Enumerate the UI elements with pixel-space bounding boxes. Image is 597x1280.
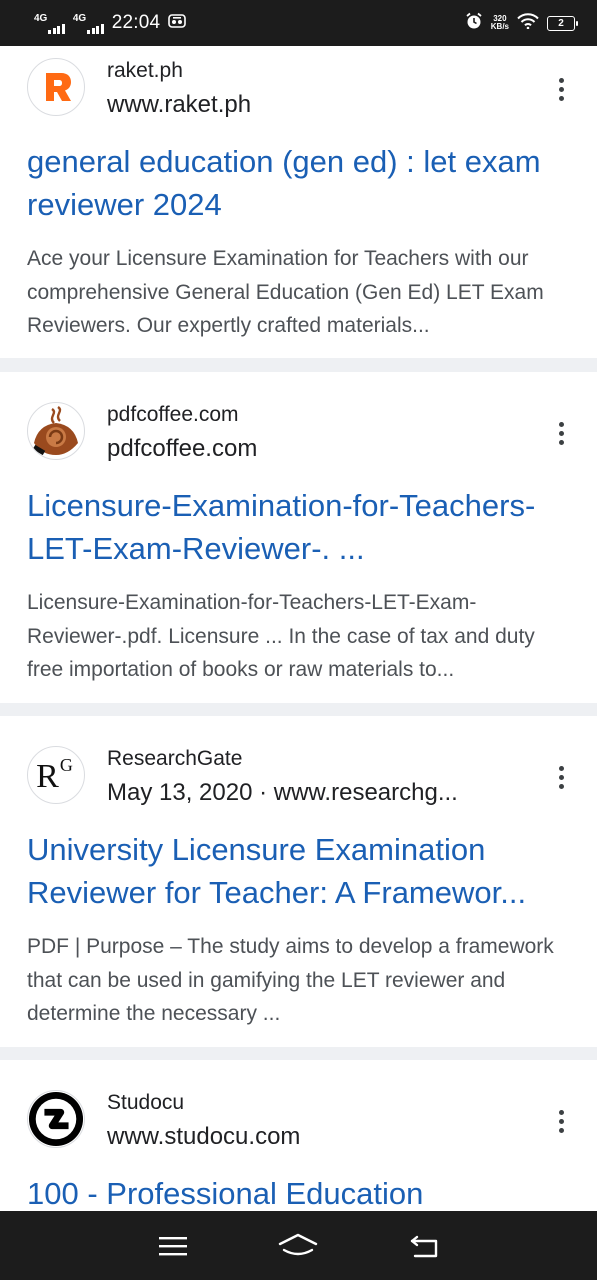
signal-icon: 4G — [73, 12, 104, 34]
researchgate-logo-sup: G — [59, 754, 73, 775]
search-results: raket.ph www.raket.ph general education … — [0, 46, 597, 1211]
researchgate-favicon-icon[interactable]: R G — [27, 746, 85, 804]
site-name: pdfcoffee.com — [107, 403, 239, 426]
network-speed: 320 KB/s — [491, 15, 509, 31]
result-card[interactable]: R G ResearchGate May 13, 2020 · www.rese… — [0, 716, 597, 1047]
result-title-link[interactable]: University Licensure Examination Reviewe… — [27, 828, 572, 914]
navigation-bar — [0, 1211, 597, 1280]
result-title-link[interactable]: 100 - Professional Education — [27, 1172, 572, 1211]
wifi-icon — [517, 12, 539, 34]
site-url[interactable]: www.raket.ph — [107, 91, 507, 119]
site-name: Studocu — [107, 1091, 185, 1114]
status-time: 22:04 — [111, 12, 161, 33]
site-url[interactable]: www.studocu.com — [107, 1123, 507, 1151]
result-snippet: PDF | Purpose – The study aims to develo… — [27, 935, 554, 1025]
more-options-icon[interactable] — [551, 762, 571, 792]
result-card[interactable]: pdfcoffee.com pdfcoffee.com Licensure-Ex… — [0, 372, 597, 703]
researchgate-logo-letter: R — [36, 758, 59, 795]
network-type-label: 4G — [72, 13, 87, 24]
more-options-icon[interactable] — [551, 1106, 571, 1136]
result-card[interactable]: Studocu www.studocu.com 100 - Profession… — [0, 1060, 597, 1211]
pdfcoffee-favicon-icon[interactable] — [27, 402, 85, 460]
more-options-icon[interactable] — [551, 418, 571, 448]
back-icon[interactable] — [404, 1226, 444, 1266]
more-options-icon[interactable] — [551, 74, 571, 104]
site-name: raket.ph — [107, 59, 183, 82]
studocu-favicon-icon[interactable] — [27, 1090, 85, 1148]
menu-icon[interactable] — [153, 1226, 193, 1266]
result-snippet: Ace your Licensure Examination for Teach… — [27, 247, 544, 337]
network-type-label: 4G — [34, 13, 48, 24]
status-left: 4G 4G 22:04 — [34, 12, 187, 34]
battery-icon: 2 — [547, 15, 578, 31]
result-card[interactable]: raket.ph www.raket.ph general education … — [0, 46, 597, 358]
raket-favicon-icon[interactable] — [27, 58, 85, 116]
site-url[interactable]: May 13, 2020 · www.researchg... — [107, 779, 507, 807]
notification-icon — [168, 13, 187, 33]
signal-icon: 4G — [34, 12, 65, 34]
alarm-icon — [465, 12, 483, 35]
battery-level: 2 — [558, 17, 564, 29]
home-icon[interactable] — [278, 1226, 318, 1266]
status-right: 320 KB/s 2 — [465, 12, 578, 35]
result-title-link[interactable]: Licensure-Examination-for-Teachers-LET-E… — [27, 484, 572, 570]
site-url[interactable]: pdfcoffee.com — [107, 435, 507, 463]
status-bar: 4G 4G 22:04 320 KB/s 2 — [0, 0, 597, 46]
site-name: ResearchGate — [107, 747, 243, 770]
speed-unit: KB/s — [490, 22, 509, 31]
result-snippet: Licensure-Examination-for-Teachers-LET-E… — [27, 591, 535, 681]
result-title-link[interactable]: general education (gen ed) : let exam re… — [27, 140, 572, 226]
